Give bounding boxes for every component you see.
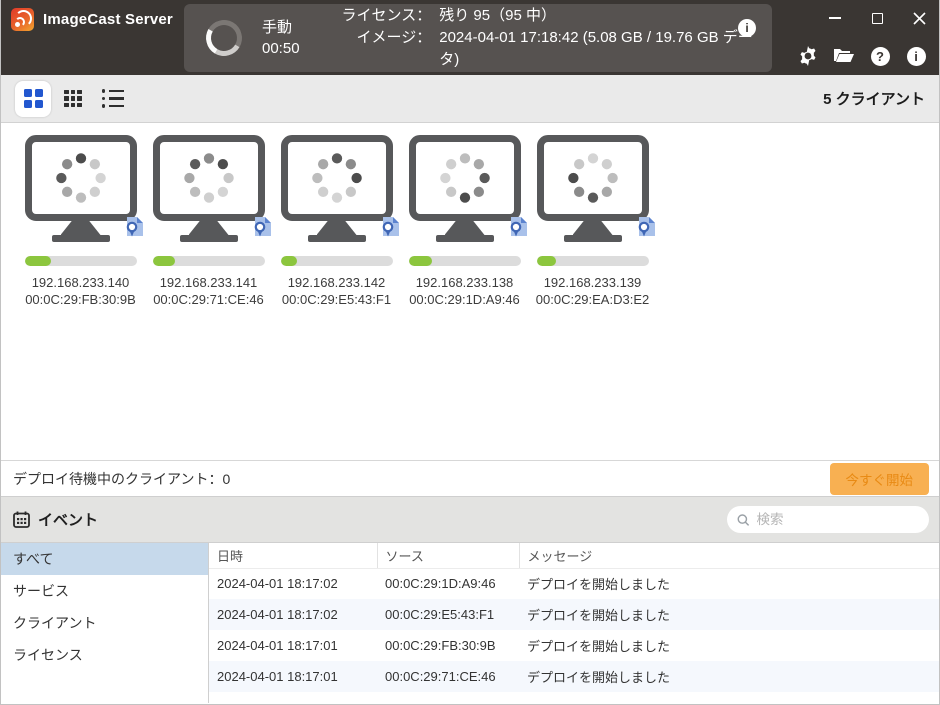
minimize-button[interactable] bbox=[827, 10, 843, 26]
window-controls bbox=[827, 10, 927, 26]
image-value: 2024-04-01 17:18:42 (5.08 GB / 19.76 GB … bbox=[439, 27, 772, 71]
app-title: ImageCast Server bbox=[43, 11, 173, 28]
start-now-button[interactable]: 今すぐ開始 bbox=[830, 463, 930, 495]
monitor-icon bbox=[153, 135, 265, 242]
license-value: 残り 95（95 中） bbox=[439, 5, 772, 27]
event-message: デプロイを開始しました bbox=[519, 661, 939, 692]
titlebar: ImageCast Server 手動 00:50 ライセンス： 残り 95（9… bbox=[1, 0, 939, 75]
event-source: 00:0C:29:FB:30:9B bbox=[377, 630, 519, 661]
events-calendar-icon bbox=[13, 511, 30, 528]
client-mac: 00:0C:29:E5:43:F1 bbox=[279, 291, 394, 308]
event-source: 00:0C:29:1D:A9:46 bbox=[377, 568, 519, 599]
client-tile[interactable]: 192.168.233.139 00:0C:29:EA:D3:E2 bbox=[535, 135, 650, 460]
event-message: デプロイを開始しました bbox=[519, 599, 939, 630]
column-header-datetime[interactable]: 日時 bbox=[209, 543, 377, 568]
image-label: イメージ： bbox=[342, 27, 432, 71]
maximize-button[interactable] bbox=[869, 10, 885, 26]
client-tile[interactable]: 192.168.233.138 00:0C:29:1D:A9:46 bbox=[407, 135, 522, 460]
list-icon bbox=[102, 89, 125, 108]
large-grid-view-button[interactable] bbox=[15, 81, 51, 117]
monitor-icon bbox=[25, 135, 137, 242]
monitor-icon bbox=[409, 135, 521, 242]
license-badge-icon bbox=[252, 215, 273, 238]
timer-value: 00:50 bbox=[262, 38, 300, 59]
license-badge-icon bbox=[380, 215, 401, 238]
events-section-title: イベント bbox=[38, 509, 98, 530]
license-badge-icon bbox=[636, 215, 657, 238]
monitor-icon bbox=[537, 135, 649, 242]
deploy-progress-bar bbox=[537, 256, 649, 266]
client-ip: 192.168.233.140 bbox=[23, 274, 138, 291]
events-body: すべて サービス クライアント ライセンス 日時 ソース メッセージ 2024-… bbox=[1, 543, 939, 703]
imagecast-server-window: ImageCast Server 手動 00:50 ライセンス： 残り 95（9… bbox=[0, 0, 940, 705]
status-info-icon[interactable]: i bbox=[738, 19, 756, 37]
deploy-progress-bar bbox=[409, 256, 521, 266]
filter-client[interactable]: クライアント bbox=[1, 607, 208, 639]
mode-label: 手動 bbox=[262, 17, 300, 38]
table-row[interactable]: 2024-04-01 18:17:02 00:0C:29:1D:A9:46 デプ… bbox=[209, 568, 939, 599]
close-button[interactable] bbox=[911, 10, 927, 26]
event-message: デプロイを開始しました bbox=[519, 630, 939, 661]
table-row[interactable]: 2024-04-01 18:17:02 00:0C:29:E5:43:F1 デプ… bbox=[209, 599, 939, 630]
info-icon[interactable]: i bbox=[905, 45, 927, 67]
list-view-button[interactable] bbox=[95, 81, 131, 117]
client-tile[interactable]: 192.168.233.140 00:0C:29:FB:30:9B bbox=[23, 135, 138, 460]
filter-license[interactable]: ライセンス bbox=[1, 639, 208, 671]
event-datetime: 2024-04-01 18:17:02 bbox=[209, 599, 377, 630]
column-header-source[interactable]: ソース bbox=[377, 543, 519, 568]
client-mac: 00:0C:29:EA:D3:E2 bbox=[535, 291, 650, 308]
event-datetime: 2024-04-01 18:17:01 bbox=[209, 630, 377, 661]
small-grid-view-button[interactable] bbox=[55, 81, 91, 117]
client-ip: 192.168.233.138 bbox=[407, 274, 522, 291]
settings-gear-icon[interactable] bbox=[797, 45, 819, 67]
table-row[interactable]: 2024-04-01 18:17:01 00:0C:29:71:CE:46 デプ… bbox=[209, 661, 939, 692]
event-datetime: 2024-04-01 18:17:01 bbox=[209, 661, 377, 692]
client-mac: 00:0C:29:FB:30:9B bbox=[23, 291, 138, 308]
client-mac: 00:0C:29:71:CE:46 bbox=[151, 291, 266, 308]
event-filter-sidebar: すべて サービス クライアント ライセンス bbox=[1, 543, 209, 703]
client-ip: 192.168.233.142 bbox=[279, 274, 394, 291]
events-header: イベント bbox=[1, 497, 939, 543]
license-badge-icon bbox=[508, 215, 529, 238]
help-icon[interactable]: ? bbox=[869, 45, 891, 67]
deploy-status-bar: デプロイ待機中のクライアント：0 今すぐ開始 bbox=[1, 460, 939, 497]
waiting-clients-label: デプロイ待機中のクライアント：0 bbox=[13, 469, 230, 489]
event-search-box[interactable] bbox=[727, 506, 929, 533]
open-folder-icon[interactable] bbox=[833, 45, 855, 67]
column-header-message[interactable]: メッセージ bbox=[519, 543, 939, 568]
filter-all[interactable]: すべて bbox=[1, 543, 208, 575]
client-ip: 192.168.233.139 bbox=[535, 274, 650, 291]
license-label: ライセンス： bbox=[342, 5, 432, 27]
app-logo-icon bbox=[11, 8, 34, 31]
search-input[interactable] bbox=[757, 512, 920, 527]
client-tile[interactable]: 192.168.233.141 00:0C:29:71:CE:46 bbox=[151, 135, 266, 460]
loading-spinner-icon bbox=[202, 16, 246, 60]
client-grid: 192.168.233.140 00:0C:29:FB:30:9B 192.16… bbox=[1, 123, 939, 460]
header-toolbar: ? i bbox=[797, 45, 927, 67]
search-icon bbox=[737, 513, 750, 527]
client-tile[interactable]: 192.168.233.142 00:0C:29:E5:43:F1 bbox=[279, 135, 394, 460]
view-toolbar: 5 クライアント bbox=[1, 75, 939, 123]
filter-service[interactable]: サービス bbox=[1, 575, 208, 607]
deploy-progress-bar bbox=[153, 256, 265, 266]
license-badge-icon bbox=[124, 215, 145, 238]
small-grid-icon bbox=[64, 90, 82, 108]
event-source: 00:0C:29:E5:43:F1 bbox=[377, 599, 519, 630]
event-datetime: 2024-04-01 18:17:02 bbox=[209, 568, 377, 599]
table-row[interactable]: 2024-04-01 18:17:01 00:0C:29:FB:30:9B デプ… bbox=[209, 630, 939, 661]
large-grid-icon bbox=[24, 89, 43, 108]
deploy-progress-bar bbox=[25, 256, 137, 266]
event-message: デプロイを開始しました bbox=[519, 568, 939, 599]
client-ip: 192.168.233.141 bbox=[151, 274, 266, 291]
app-brand: ImageCast Server bbox=[11, 8, 173, 31]
deploy-progress-bar bbox=[281, 256, 393, 266]
monitor-icon bbox=[281, 135, 393, 242]
event-table: 日時 ソース メッセージ 2024-04-01 18:17:02 00:0C:2… bbox=[209, 543, 939, 703]
status-panel: 手動 00:50 ライセンス： 残り 95（95 中） イメージ： 2024-0… bbox=[184, 4, 772, 72]
event-source: 00:0C:29:71:CE:46 bbox=[377, 661, 519, 692]
client-mac: 00:0C:29:1D:A9:46 bbox=[407, 291, 522, 308]
client-count-label: 5 クライアント bbox=[823, 88, 925, 109]
